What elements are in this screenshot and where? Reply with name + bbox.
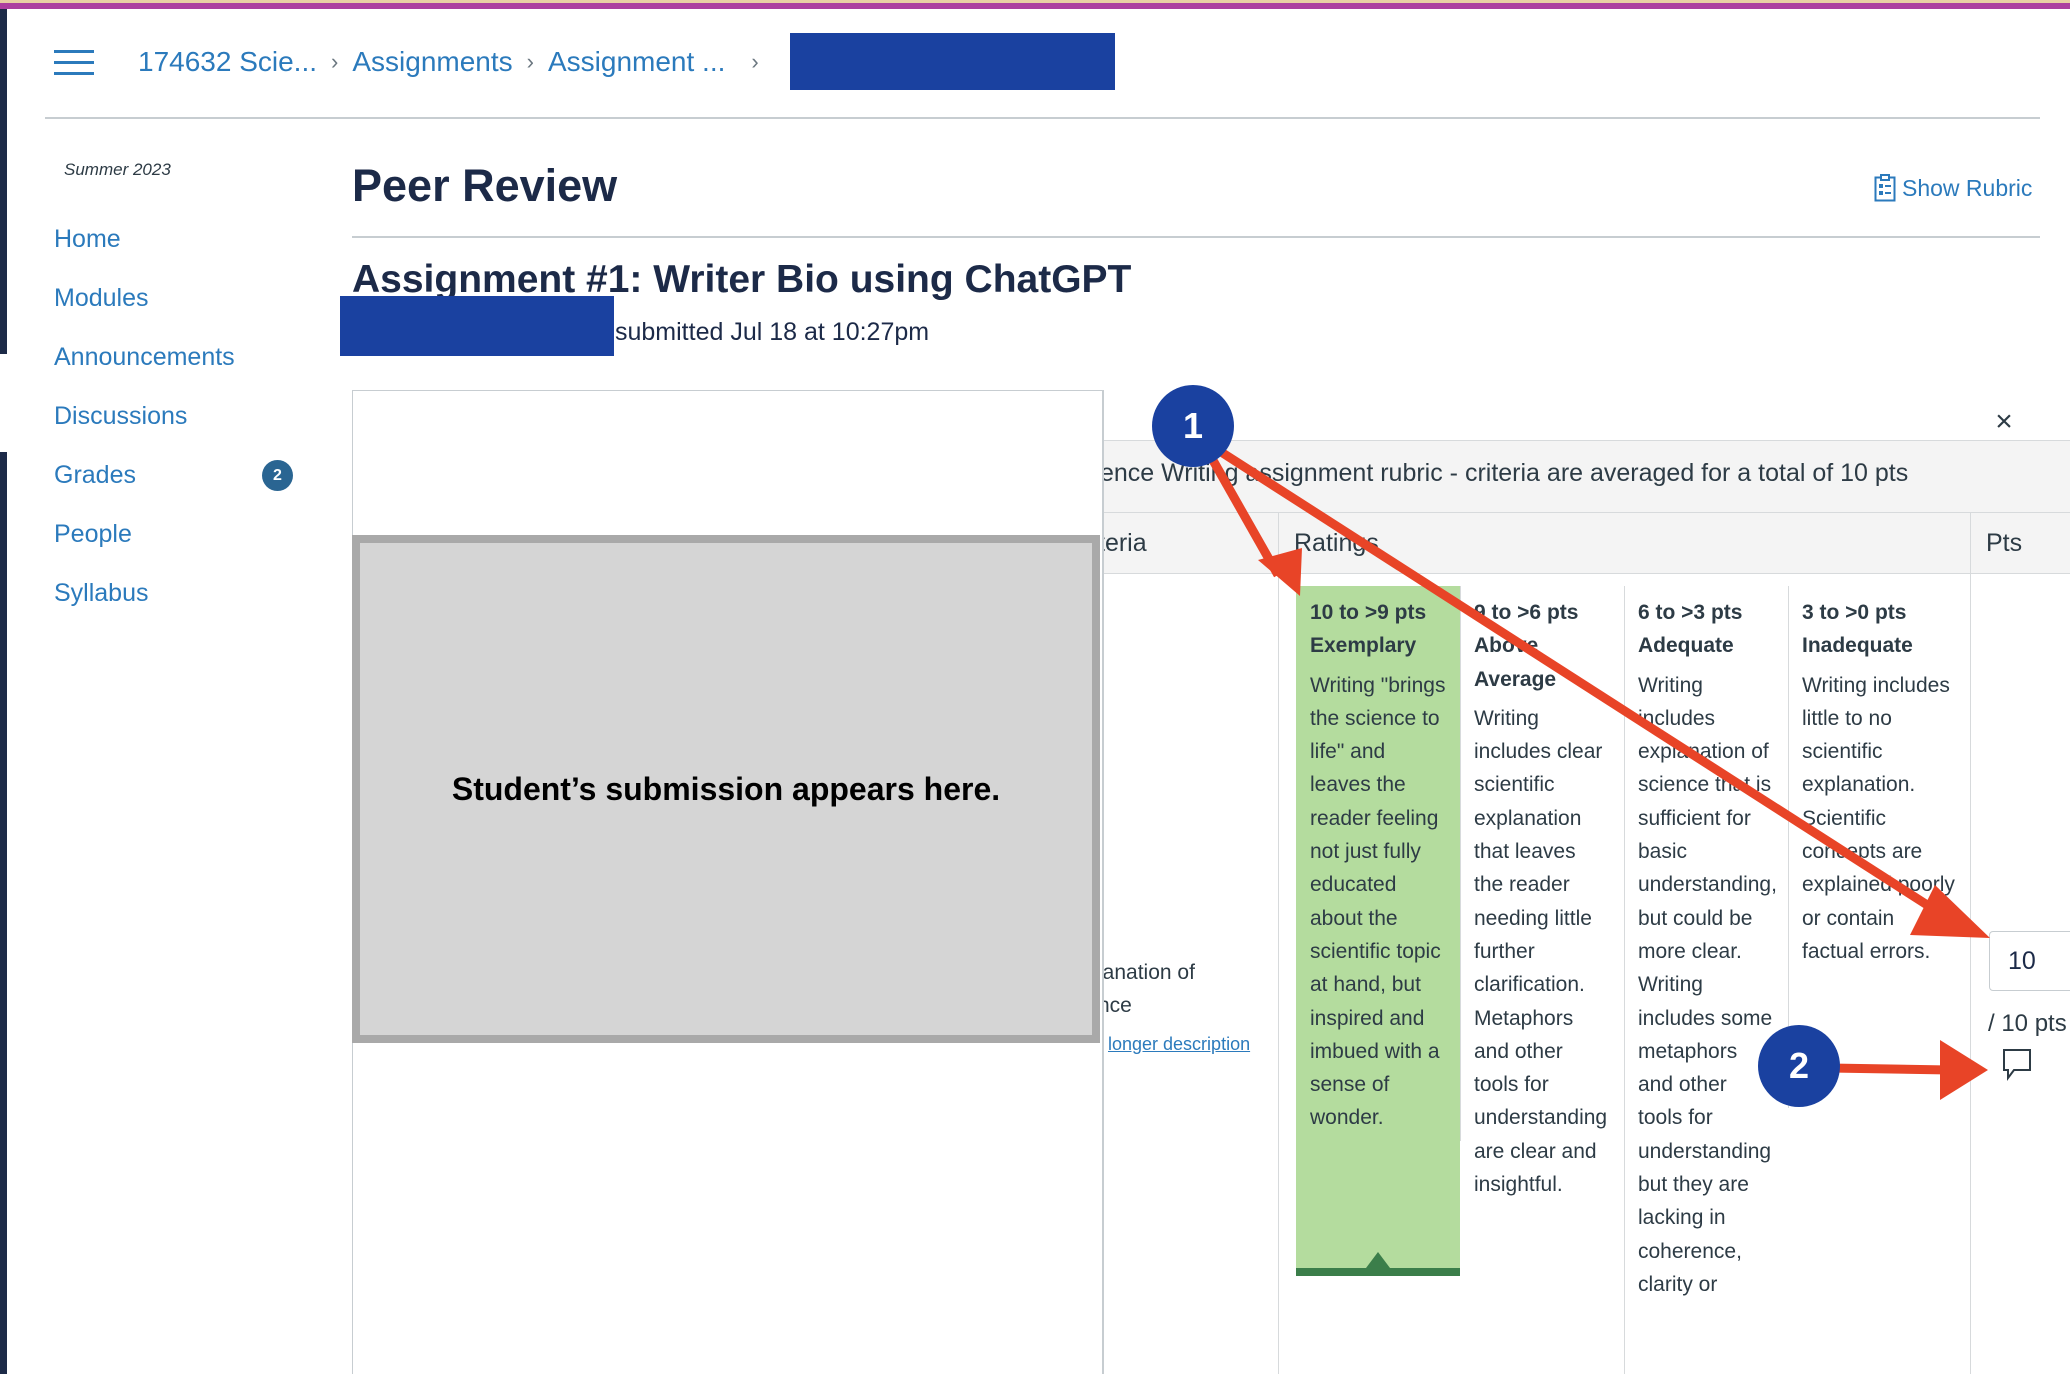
- sidebar-item-label: Syllabus: [54, 579, 149, 607]
- sidebar-item-label: People: [54, 520, 132, 548]
- brand-bar: [0, 3, 2070, 9]
- rating-points: 10 to >9 pts: [1310, 601, 1427, 624]
- rubric-clipboard-icon: [1874, 174, 1896, 202]
- callout-badge-1: 1: [1152, 385, 1234, 467]
- selected-indicator-icon: [1366, 1252, 1390, 1268]
- page-title: Peer Review: [352, 160, 618, 211]
- sidebar-item-label: Discussions: [54, 402, 188, 430]
- grades-count-badge: 2: [262, 460, 293, 491]
- show-rubric-button[interactable]: Show Rubric: [1874, 174, 2032, 202]
- submission-placeholder: Student’s submission appears here.: [451, 770, 1001, 807]
- points-possible: / 10 pts: [1988, 1010, 2067, 1037]
- rubric-title: ence Writing assignment rubric - criteri…: [1102, 459, 1909, 487]
- sidebar-item-label: Announcements: [54, 343, 235, 371]
- criterion-line: lanation of: [1102, 961, 1195, 984]
- sidebar-item-label: Grades: [54, 461, 136, 489]
- rating-points: 6 to >3 pts: [1638, 601, 1743, 624]
- sidebar-item-announcements[interactable]: Announcements: [54, 328, 304, 387]
- rubric-header-row: teria Ratings Pts: [1104, 513, 2070, 574]
- sidebar-item-modules[interactable]: Modules: [54, 269, 304, 328]
- course-nav: Home Modules Announcements Discussions G…: [54, 210, 304, 623]
- comment-icon[interactable]: [2002, 1048, 2032, 1082]
- rating-description: Writing includes clear scientific explan…: [1474, 706, 1608, 1197]
- global-nav-edge: [0, 452, 7, 1374]
- view-longer-description-link[interactable]: longer description: [1108, 1034, 1250, 1055]
- header-divider: [45, 117, 2040, 119]
- global-nav-edge: [0, 9, 7, 354]
- chevron-right-icon: ›: [526, 49, 534, 74]
- rating-description: Writing "brings the science to life" and…: [1310, 673, 1446, 1130]
- points-input[interactable]: [1989, 931, 2070, 991]
- column-divider: [1278, 513, 1279, 1374]
- rubric-panel: × ence Writing assignment rubric - crite…: [1102, 390, 2070, 1374]
- rating-description: Writing includes little to no scientific…: [1802, 673, 1955, 963]
- rating-points: 3 to >0 pts: [1802, 601, 1907, 624]
- breadcrumb-assignments[interactable]: Assignments: [352, 46, 512, 78]
- chevron-right-icon: ›: [751, 49, 759, 74]
- sidebar-item-label: Home: [54, 225, 121, 253]
- rating-above-average[interactable]: 9 to >6 pts Above Average Writing includ…: [1460, 586, 1624, 1211]
- rating-name: Exemplary: [1310, 634, 1417, 658]
- pts-header: Pts: [1986, 529, 2023, 557]
- sidebar-item-label: Modules: [54, 284, 149, 312]
- close-icon[interactable]: ×: [1984, 402, 2024, 442]
- rating-adequate[interactable]: 6 to >3 pts Adequate Writing includes ex…: [1624, 586, 1788, 1311]
- redacted-breadcrumb: [790, 33, 1115, 90]
- sidebar-item-grades[interactable]: Grades 2: [54, 446, 304, 505]
- rubric-title-bar: ence Writing assignment rubric - criteri…: [1104, 440, 2070, 513]
- criterion-line: nce: [1104, 994, 1132, 1017]
- breadcrumb-assignment[interactable]: Assignment ...: [548, 46, 725, 78]
- rating-inadequate[interactable]: 3 to >0 pts Inadequate Writing includes …: [1788, 586, 1970, 978]
- redacted-student-name: [340, 296, 614, 356]
- breadcrumb-course[interactable]: 174632 Scie...: [138, 46, 317, 78]
- rating-description: Writing includes explanation of science …: [1638, 673, 1777, 1296]
- rating-exemplary[interactable]: 10 to >9 pts Exemplary Writing "brings t…: [1296, 586, 1460, 1276]
- show-rubric-label: Show Rubric: [1902, 174, 2033, 201]
- submission-preview: Student’s submission appears here.: [352, 535, 1100, 1043]
- chevron-right-icon: ›: [331, 49, 339, 74]
- rating-name: Above Average: [1474, 634, 1557, 691]
- criterion-description: lanation of nce: [1102, 956, 1195, 1022]
- title-divider: [352, 236, 2040, 238]
- sidebar-item-discussions[interactable]: Discussions: [54, 387, 304, 446]
- selected-bar: [1296, 1268, 1460, 1276]
- rating-name: Inadequate: [1802, 634, 1913, 658]
- column-divider: [1970, 513, 1971, 1374]
- submission-timestamp: submitted Jul 18 at 10:27pm: [615, 318, 930, 346]
- callout-badge-2: 2: [1758, 1025, 1840, 1107]
- ratings-header: Ratings: [1294, 529, 1379, 557]
- hamburger-menu-icon[interactable]: [54, 50, 94, 76]
- course-term: Summer 2023: [64, 160, 171, 179]
- sidebar-item-people[interactable]: People: [54, 505, 304, 564]
- breadcrumb: 174632 Scie... › Assignments › Assignmen…: [138, 44, 773, 80]
- rating-points: 9 to >6 pts: [1474, 601, 1579, 624]
- criteria-header: teria: [1102, 529, 1147, 557]
- sidebar-item-home[interactable]: Home: [54, 210, 304, 269]
- rating-name: Adequate: [1638, 634, 1734, 658]
- sidebar-item-syllabus[interactable]: Syllabus: [54, 564, 304, 623]
